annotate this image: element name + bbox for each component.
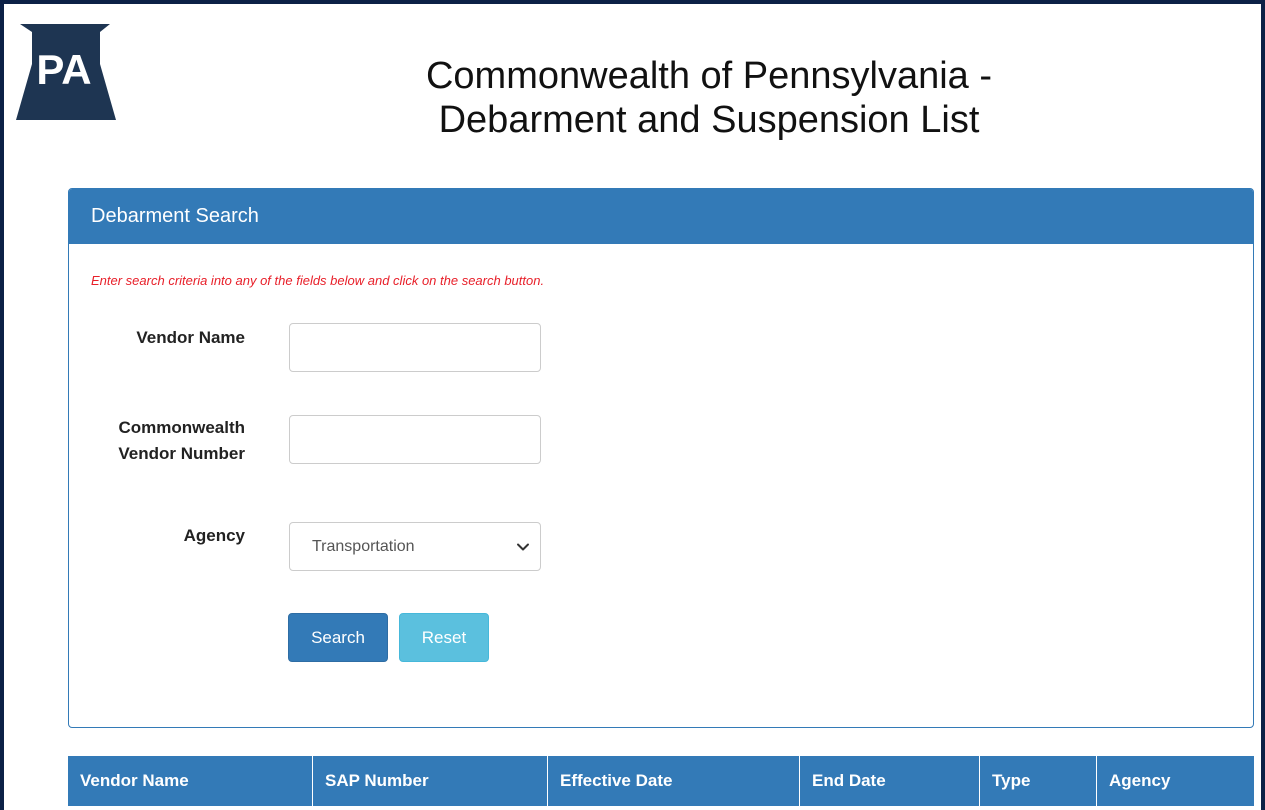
page-title: Commonwealth of Pennsylvania - Debarment… bbox=[334, 54, 1084, 142]
search-button[interactable]: Search bbox=[288, 613, 388, 662]
panel-heading: Debarment Search bbox=[69, 189, 1253, 244]
window-frame: PA Commonwealth of Pennsylvania - Debarm… bbox=[0, 0, 1265, 810]
page-title-line2: Debarment and Suspension List bbox=[438, 99, 980, 141]
vendor-name-input[interactable] bbox=[289, 323, 541, 372]
page-title-line1: Commonwealth of Pennsylvania - bbox=[425, 55, 993, 97]
pa-keystone-logo: PA bbox=[16, 24, 116, 120]
vendor-number-input[interactable] bbox=[289, 415, 541, 464]
agency-label: Agency bbox=[183, 526, 245, 545]
column-header-type[interactable]: Type bbox=[980, 756, 1097, 806]
debarment-search-panel: Debarment Search Enter search criteria i… bbox=[68, 188, 1254, 728]
chevron-down-icon bbox=[517, 543, 529, 550]
agency-selected-value: Transportation bbox=[312, 537, 415, 555]
logo-text: PA bbox=[36, 46, 91, 93]
vendor-number-label-line1: Commonwealth bbox=[118, 418, 245, 437]
results-table-header: Vendor Name SAP Number Effective Date En… bbox=[68, 756, 1254, 806]
column-header-vendor-name[interactable]: Vendor Name bbox=[68, 756, 313, 806]
vendor-name-label: Vendor Name bbox=[136, 328, 245, 347]
column-header-sap-number[interactable]: SAP Number bbox=[313, 756, 548, 806]
vendor-number-label: Commonwealth Vendor Number bbox=[69, 415, 245, 467]
reset-button[interactable]: Reset bbox=[399, 613, 489, 662]
column-header-effective-date[interactable]: Effective Date bbox=[548, 756, 800, 806]
column-header-agency[interactable]: Agency bbox=[1097, 756, 1254, 806]
column-header-end-date[interactable]: End Date bbox=[800, 756, 980, 806]
agency-select[interactable]: Transportation bbox=[289, 522, 541, 571]
vendor-number-label-line2: Vendor Number bbox=[118, 444, 245, 463]
search-instructions: Enter search criteria into any of the fi… bbox=[91, 273, 545, 288]
